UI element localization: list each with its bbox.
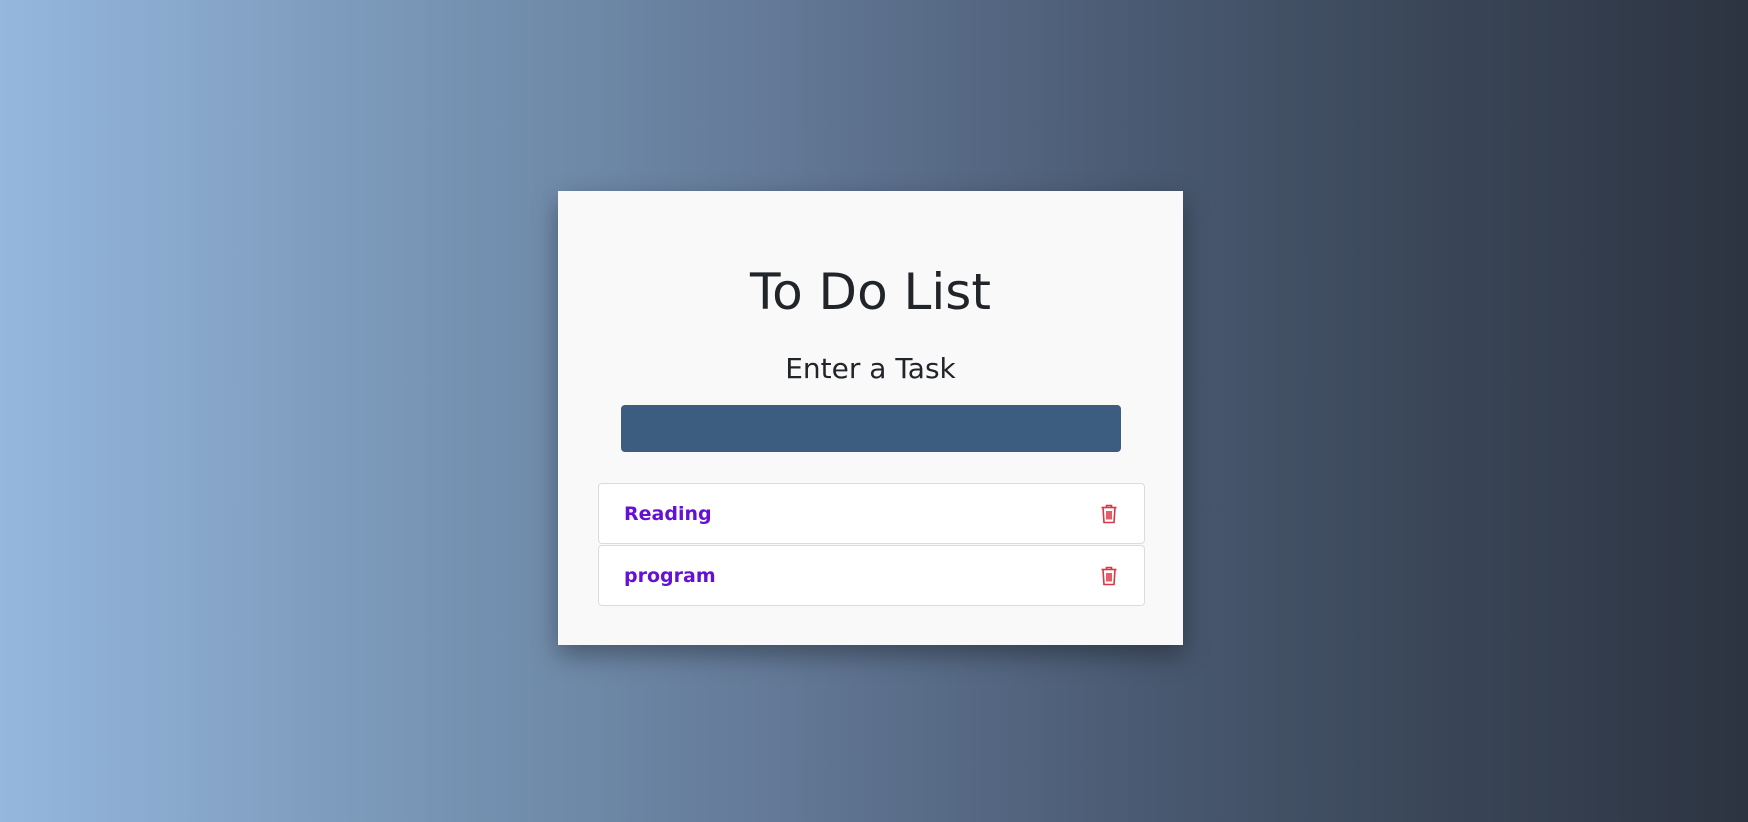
list-item: Reading: [598, 483, 1145, 544]
trash-icon[interactable]: [1098, 565, 1120, 587]
task-input[interactable]: [621, 405, 1121, 452]
task-label: program: [624, 564, 716, 587]
list-item: program: [598, 545, 1145, 606]
input-heading: Enter a Task: [785, 352, 956, 385]
todo-card: To Do List Enter a Task Reading program: [558, 191, 1183, 645]
task-list: Reading program: [598, 483, 1145, 607]
page-title: To Do List: [750, 263, 991, 321]
trash-icon[interactable]: [1098, 503, 1120, 525]
task-label: Reading: [624, 502, 712, 525]
